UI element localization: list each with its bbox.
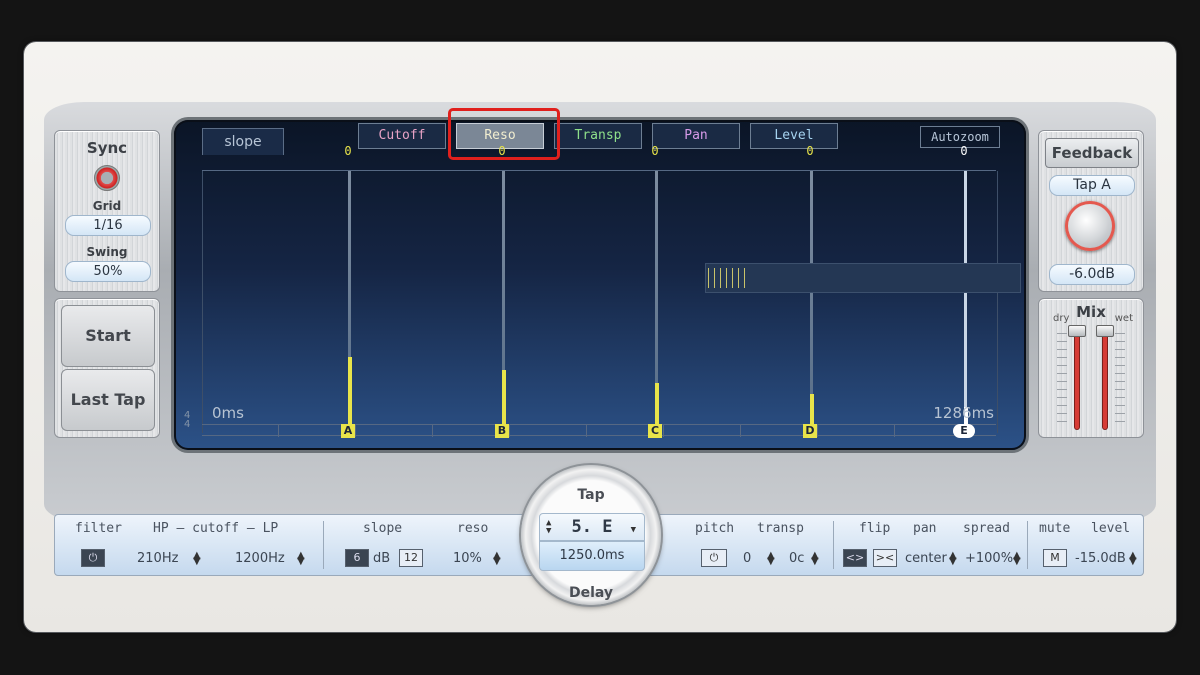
transp-semitones-value[interactable]: 0 [743, 551, 751, 566]
tap-plot[interactable] [202, 170, 1021, 436]
feedback-button[interactable]: Feedback [1045, 138, 1139, 168]
tap-letter-d[interactable]: D [803, 424, 817, 438]
transp-semitones-stepper[interactable]: ▲ ▼ [767, 551, 775, 567]
filter-power-button[interactable]: ⏻ [81, 549, 105, 567]
transp-label: transp [757, 521, 804, 536]
tap-selector-stepper[interactable]: ▲ ▼ [546, 519, 551, 536]
tap-display: slope Cutoff Reso Transp Pan Level Autozoom … [174, 108, 1026, 450]
overview-ticks [708, 268, 748, 288]
mix-panel: Mix dry wet [1038, 298, 1144, 438]
lp-cutoff-stepper[interactable]: ▲ ▼ [297, 551, 305, 567]
last-tap-button[interactable]: Last Tap [61, 369, 155, 431]
swing-label: Swing [86, 245, 128, 259]
view-button-pan[interactable]: Pan [652, 123, 740, 149]
level-label: level [1091, 521, 1131, 536]
slope-12db-button[interactable]: 12 [399, 549, 423, 567]
delay-title: Delay [568, 585, 614, 601]
slope-6db-button[interactable]: 6 [345, 549, 369, 567]
tap-letter-a[interactable]: A [341, 424, 355, 438]
delay-designer-plugin: Sync Grid 1/16 Swing 50% Start Last Tap … [24, 42, 1176, 632]
sync-toggle[interactable] [94, 165, 120, 191]
time-end-label: 1286ms [933, 404, 994, 422]
dry-fader-handle[interactable] [1068, 325, 1086, 337]
slope-unit: dB [373, 551, 391, 566]
flip-swap-button[interactable]: >< [873, 549, 897, 567]
feedback-panel: Feedback Tap A -6.0dB [1038, 130, 1144, 292]
time-ruler [202, 424, 996, 437]
flip-label: flip [859, 521, 891, 536]
feedback-value-field[interactable]: -6.0dB [1049, 264, 1135, 285]
tap-letter-c[interactable]: C [648, 424, 662, 438]
start-button[interactable]: Start [61, 305, 155, 367]
separator [833, 521, 834, 569]
spread-stepper[interactable]: ▲ ▼ [1013, 551, 1021, 567]
grid-value-field[interactable]: 1/16 [65, 215, 151, 236]
spread-label: spread [963, 521, 1010, 536]
chevron-down-icon[interactable]: ▼ [631, 517, 636, 543]
wet-label: wet [1114, 313, 1133, 324]
wet-fader-handle[interactable] [1096, 325, 1114, 337]
spread-value[interactable]: +100% [965, 551, 1013, 566]
feedback-knob[interactable] [1065, 201, 1115, 251]
sync-label: Sync [86, 139, 128, 157]
pan-label: pan [913, 521, 937, 536]
slope-tab[interactable]: slope [202, 128, 284, 155]
mute-button[interactable]: M [1043, 549, 1067, 567]
tap-delay-control: Tap ▲ ▼ 5. E ▼ 1250.0ms Delay [521, 465, 661, 605]
pitch-power-button[interactable]: ⏻ [701, 549, 727, 567]
overview-strip[interactable] [705, 263, 1021, 293]
level-stepper[interactable]: ▲ ▼ [1129, 551, 1137, 567]
tap-selected-value: 5. E [571, 517, 613, 537]
swing-value-field[interactable]: 50% [65, 261, 151, 282]
hp-cutoff-value[interactable]: 210Hz [137, 551, 178, 566]
sync-panel: Sync Grid 1/16 Swing 50% [54, 130, 160, 292]
tap-value-c: 0 [651, 144, 659, 158]
view-button-transp[interactable]: Transp [554, 123, 642, 149]
view-button-cutoff[interactable]: Cutoff [358, 123, 446, 149]
tap-pad-panel: Start Last Tap [54, 298, 160, 438]
slope-label: slope [363, 521, 403, 536]
feedback-tap-select[interactable]: Tap A [1049, 175, 1135, 196]
mute-label: mute [1039, 521, 1071, 536]
transp-cents-value[interactable]: 0c [789, 551, 804, 566]
pan-stepper[interactable]: ▲ ▼ [949, 551, 957, 567]
tap-selector[interactable]: ▲ ▼ 5. E ▼ [539, 513, 645, 541]
pitch-label: pitch [695, 521, 735, 536]
tap-letter-e[interactable]: E [953, 424, 975, 438]
flip-normal-button[interactable]: <> [843, 549, 867, 567]
plot-area [202, 171, 998, 433]
separator [323, 521, 324, 569]
dry-fader-ticks [1057, 333, 1067, 423]
hp-lp-label: HP – cutoff – LP [153, 521, 279, 536]
view-button-level[interactable]: Level [750, 123, 838, 149]
tap-value-b: 0 [498, 144, 506, 158]
filter-label: filter [75, 521, 122, 536]
pan-value[interactable]: center [905, 551, 947, 566]
grid-label: Grid [92, 199, 122, 213]
tap-line-e[interactable] [964, 171, 967, 433]
tap-value-d: 0 [806, 144, 814, 158]
time-start-label: 0ms [212, 404, 244, 422]
hp-cutoff-stepper[interactable]: ▲ ▼ [193, 551, 201, 567]
tap-value-e: 0 [960, 144, 968, 158]
lp-cutoff-value[interactable]: 1200Hz [235, 551, 285, 566]
reso-value[interactable]: 10% [453, 551, 482, 566]
meter-bottom: 4 [184, 419, 191, 430]
delay-value-field[interactable]: 1250.0ms [539, 541, 645, 571]
transp-cents-stepper[interactable]: ▲ ▼ [811, 551, 819, 567]
tap-letter-b[interactable]: B [495, 424, 509, 438]
tap-title: Tap [577, 487, 605, 503]
tap-level-bar-a[interactable] [347, 357, 352, 433]
dry-label: dry [1053, 313, 1070, 324]
reso-label: reso [457, 521, 489, 536]
dry-fader-track[interactable] [1075, 329, 1079, 429]
tap-value-a: 0 [344, 144, 352, 158]
time-signature: 4 4 [184, 411, 191, 430]
separator [1027, 521, 1028, 569]
reso-stepper[interactable]: ▲ ▼ [493, 551, 501, 567]
wet-fader-track[interactable] [1103, 329, 1107, 429]
level-value[interactable]: -15.0dB [1075, 551, 1126, 566]
wet-fader-ticks [1115, 333, 1125, 423]
